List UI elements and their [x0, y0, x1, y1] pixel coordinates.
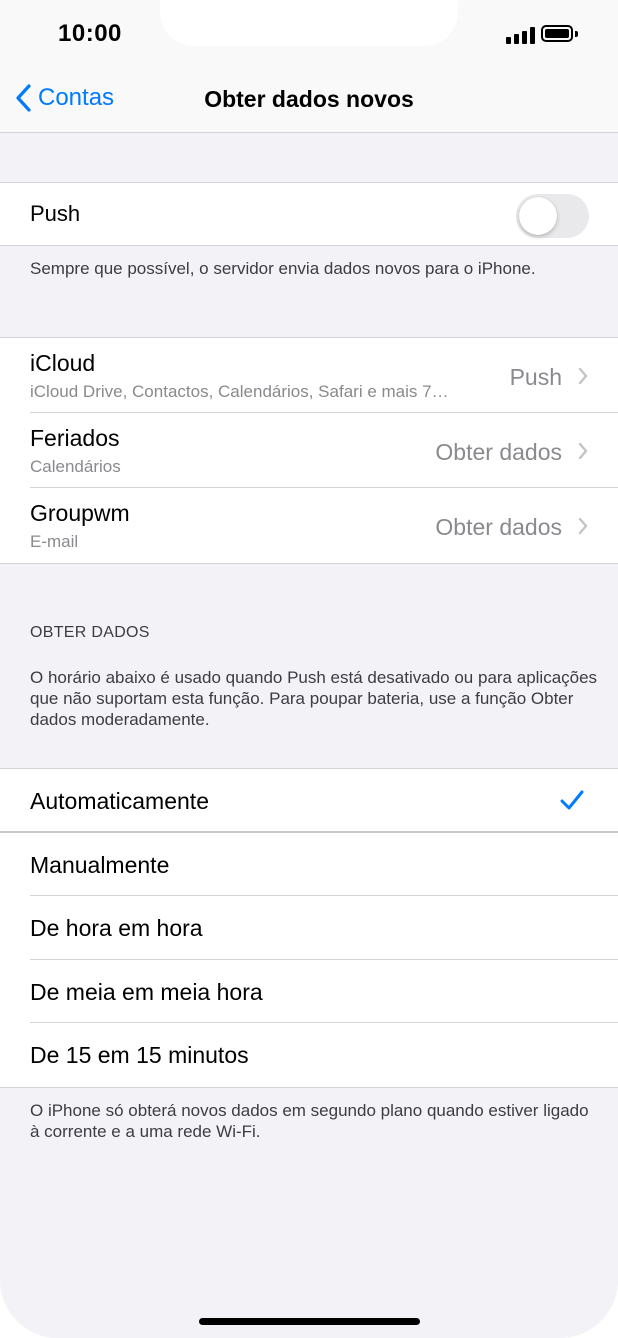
push-footnote: Sempre que possível, o servidor envia da… [30, 259, 536, 278]
option-de-meia-em-meia-hora[interactable]: De meia em meia hora [0, 960, 618, 1023]
account-subtitle: Calendários [30, 457, 121, 476]
option-label: De meia em meia hora [30, 978, 263, 1005]
home-indicator[interactable] [199, 1318, 420, 1325]
account-row-icloud[interactable]: iCloud iCloud Drive, Contactos, Calendár… [0, 338, 618, 413]
option-manualmente[interactable]: Manualmente [0, 833, 618, 896]
page-title: Obter dados novos [204, 86, 414, 112]
option-label: De 15 em 15 minutos [30, 1042, 249, 1068]
account-fetch-value: Push [509, 364, 562, 390]
fetch-section-header: OBTER DADOS [30, 624, 150, 641]
option-label: Manualmente [30, 851, 170, 878]
navigation-bar: Contas Obter dados novos [0, 70, 618, 133]
option-de-15-em-15-minutos[interactable]: De 15 em 15 minutos [0, 1023, 618, 1087]
push-group: Push [0, 182, 618, 246]
checkmark-icon [560, 790, 584, 810]
settings-screen: 10:00 Contas Obter dados novos Push Semp… [0, 0, 618, 1338]
option-automaticamente[interactable]: Automaticamente [0, 769, 618, 833]
account-subtitle: E-mail [30, 532, 79, 551]
toggle-knob [519, 197, 557, 235]
notch [160, 0, 458, 46]
push-toggle[interactable] [516, 194, 589, 238]
option-de-hora-em-hora[interactable]: De hora em hora [0, 896, 618, 960]
status-time: 10:00 [58, 20, 122, 47]
chevron-right-icon [578, 367, 588, 385]
account-fetch-value: Obter dados [435, 439, 562, 465]
accounts-group: iCloud iCloud Drive, Contactos, Calendár… [0, 337, 618, 564]
option-label: Automaticamente [30, 788, 209, 814]
account-row-feriados[interactable]: Feriados Calendários Obter dados [0, 413, 618, 488]
fetch-description: O horário abaixo é usado quando Push est… [30, 668, 598, 729]
battery-cap [575, 31, 578, 37]
option-label: De hora em hora [30, 915, 203, 941]
account-title: Feriados [30, 425, 120, 451]
account-title: Groupwm [30, 500, 130, 526]
battery-icon [541, 25, 573, 42]
account-title: iCloud [30, 350, 96, 376]
chevron-right-icon [578, 442, 588, 460]
push-row: Push [0, 183, 618, 245]
account-row-groupwm[interactable]: Groupwm E-mail Obter dados [0, 488, 618, 563]
account-subtitle: iCloud Drive, Contactos, Calendários, Sa… [30, 382, 449, 401]
fetch-footnote: O iPhone só obterá novos dados em segund… [30, 1101, 589, 1141]
cellular-signal-icon [506, 27, 535, 44]
push-label: Push [30, 201, 81, 226]
fetch-options-group: Automaticamente Manualmente De hora em h… [0, 768, 618, 1088]
chevron-right-icon [578, 517, 588, 535]
account-fetch-value: Obter dados [435, 514, 562, 540]
status-bar: 10:00 [0, 0, 618, 70]
